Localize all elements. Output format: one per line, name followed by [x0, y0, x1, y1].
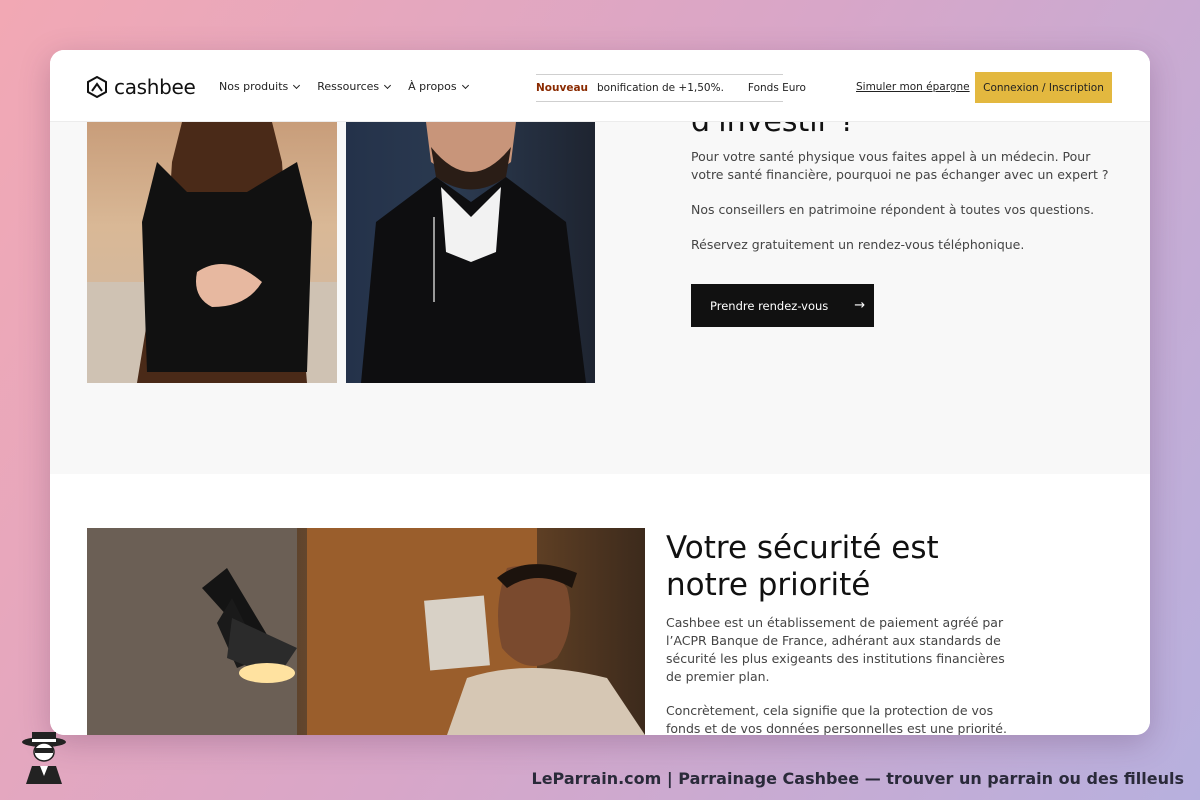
- nav-item-label: Nos produits: [219, 80, 289, 93]
- title-line: notre priorité: [666, 567, 871, 603]
- cta-label: Prendre rendez-vous: [710, 298, 829, 313]
- nav-item-label: Ressources: [317, 80, 380, 93]
- ticker-message: bonification de +1,50%.: [597, 82, 724, 94]
- security-section: Votre sécurité est notre priorité Cashbe…: [50, 474, 1150, 735]
- chevron-down-icon: [293, 81, 301, 89]
- book-appointment-button[interactable]: Prendre rendez-vous →: [691, 284, 874, 327]
- browser-window: cashbee Nos produits Ressources À propos…: [50, 50, 1150, 735]
- cashbee-logo-icon: [87, 76, 107, 98]
- security-paragraph: Concrètement, cela signifie que la prote…: [666, 703, 1007, 735]
- nav-item-produits[interactable]: Nos produits: [219, 80, 301, 93]
- nav-item-a-propos[interactable]: À propos: [408, 80, 469, 93]
- nav-item-label: À propos: [408, 80, 457, 93]
- advisor-paragraph: Nos conseillers en patrimoine répondent …: [691, 202, 1095, 217]
- chevron-down-icon: [384, 81, 392, 89]
- title-line: Votre sécurité est: [666, 530, 939, 566]
- arrow-right-icon: →: [854, 298, 866, 313]
- advisor-photo-man: [346, 122, 595, 383]
- site-header: cashbee Nos produits Ressources À propos…: [50, 50, 1150, 122]
- mascot-icon: [22, 732, 66, 784]
- ticker-badge: Nouveau: [536, 82, 589, 94]
- nav-item-ressources[interactable]: Ressources: [317, 80, 392, 93]
- advisor-photo-woman: [87, 122, 337, 383]
- logo-text: cashbee: [114, 75, 196, 99]
- ticker-next: Fonds Euro: [747, 82, 806, 94]
- security-text: Votre sécurité est notre priorité Cashbe…: [666, 530, 1026, 735]
- simulate-savings-link[interactable]: Simuler mon épargne: [856, 81, 970, 93]
- section-title: Votre sécurité est notre priorité: [666, 530, 1026, 604]
- security-photo: [87, 528, 645, 735]
- advisor-paragraph: Réservez gratuitement un rendez-vous tél…: [691, 237, 1025, 252]
- login-button[interactable]: Connexion / Inscription: [975, 72, 1112, 103]
- security-paragraph: Cashbee est un établissement de paiement…: [666, 615, 1005, 684]
- news-ticker[interactable]: Nouveau bonification de +1,50%. Fonds Eu…: [536, 74, 806, 102]
- chevron-down-icon: [461, 81, 469, 89]
- advisor-section: d'investir ? Pour votre santé physique v…: [50, 104, 1150, 474]
- advisor-paragraph: Pour votre santé physique vous faites ap…: [691, 149, 1109, 182]
- main-nav: Nos produits Ressources À propos: [219, 80, 469, 93]
- logo[interactable]: cashbee: [87, 75, 196, 99]
- footer-caption: LeParrain.com | Parrainage Cashbee — tro…: [531, 769, 1185, 788]
